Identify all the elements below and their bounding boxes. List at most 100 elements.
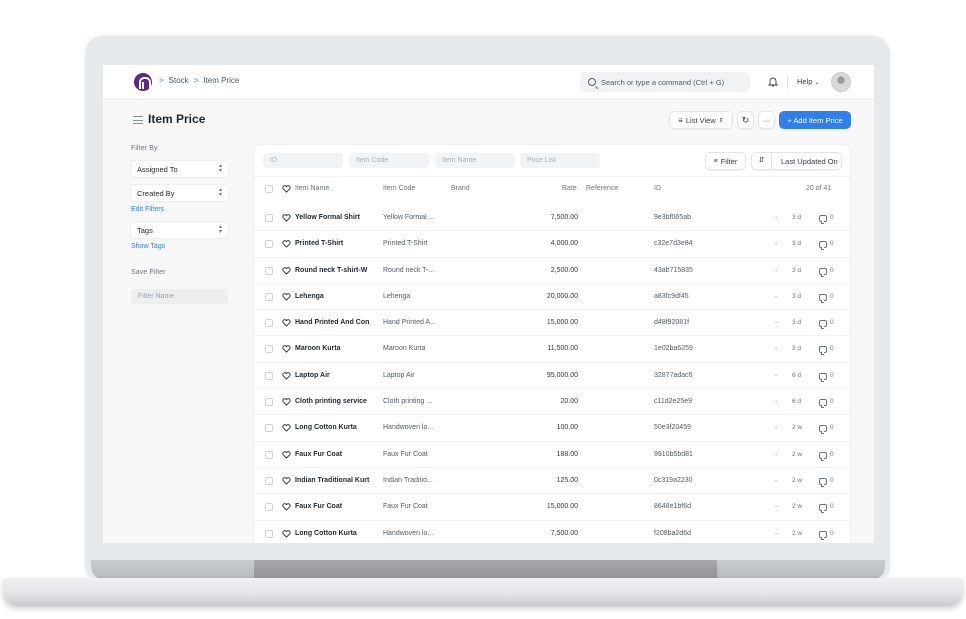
list-row[interactable]: Printed T-Shirt Printed T-Shirt 4,000.00… (254, 231, 850, 258)
item-name-link[interactable]: Laptop Air (295, 372, 330, 379)
heart-icon[interactable] (282, 424, 291, 433)
modified-age: 2 w (792, 424, 803, 432)
row-checkbox[interactable] (265, 476, 273, 485)
notification-bell-icon[interactable] (768, 76, 778, 87)
heart-icon[interactable] (282, 319, 291, 327)
heart-icon[interactable] (282, 529, 291, 538)
heart-icon[interactable] (282, 266, 291, 275)
row-checkbox[interactable] (265, 319, 273, 328)
list-row[interactable]: Faux Fur Coat Faux Fur Coat 15,000.00 86… (254, 494, 850, 521)
item-name-link[interactable]: Faux Fur Coat (295, 503, 342, 510)
row-checkbox[interactable] (265, 240, 273, 249)
sort-selector[interactable]: ⇵ Last Updated On (751, 152, 842, 170)
item-name-link[interactable]: Maroon Kurta (295, 345, 341, 352)
heart-icon[interactable] (282, 398, 291, 406)
comment-icon (819, 346, 827, 356)
item-name-link[interactable]: Printed T-Shirt (295, 240, 343, 247)
row-checkbox[interactable] (265, 398, 273, 407)
tags-select[interactable]: Tags ▴ ▾ (131, 222, 228, 238)
item-name-link[interactable]: Indian Traditional Kurt (295, 477, 369, 484)
updown-icon: ⇕ (718, 117, 724, 124)
item-name-link[interactable]: Long Cotton Kurta (295, 530, 357, 537)
help-dropdown[interactable]: Help ⌄ (797, 77, 820, 86)
comment-count: 0 (830, 345, 834, 353)
list-row[interactable]: Round neck T-shirt-W Round neck T-... 2,… (254, 258, 850, 284)
more-actions-button[interactable]: ··· (758, 111, 775, 129)
row-checkbox[interactable] (265, 292, 273, 301)
filter-icon: ≡ (713, 157, 718, 165)
heart-icon[interactable] (282, 450, 291, 459)
sort-direction-icon[interactable]: ⇵ (752, 153, 772, 169)
row-checkbox[interactable] (265, 424, 273, 433)
heart-icon[interactable] (282, 477, 291, 485)
item-name-link[interactable]: Lehenga (295, 293, 324, 300)
reload-button[interactable]: ↻ (737, 111, 754, 129)
view-switcher-button[interactable]: ≡ List View ⇕ (669, 111, 733, 129)
item-name-link[interactable]: Long Cotton Kurta (295, 424, 357, 431)
updown-icon: ▴ ▾ (218, 163, 222, 174)
filter-name-input[interactable] (131, 289, 228, 304)
assigned-placeholder: - (775, 214, 778, 221)
app-logo-icon[interactable] (134, 73, 152, 91)
user-avatar[interactable] (831, 72, 851, 92)
list-row[interactable]: Cloth printing service Cloth printing ..… (254, 389, 850, 416)
price-list-filter-input[interactable] (520, 153, 600, 168)
row-checkbox[interactable] (265, 266, 273, 275)
heart-icon[interactable] (282, 345, 291, 354)
rate: 20.00 (560, 398, 578, 406)
row-checkbox[interactable] (265, 503, 273, 512)
row-checkbox[interactable] (265, 450, 273, 459)
search-bar[interactable]: Search or type a command (Ctrl + G) (580, 72, 750, 92)
item-name-link[interactable]: Faux Fur Coat (295, 451, 342, 458)
sidebar-toggle-icon[interactable] (133, 116, 143, 124)
list-row[interactable]: Hand Printed And Con Hand Printed A... 1… (254, 310, 850, 337)
item-name-link[interactable]: Round neck T-shirt-W (295, 267, 367, 274)
select-all-checkbox[interactable] (265, 185, 273, 193)
list-row[interactable]: Lehenga Lehenga 20,000.00 a83fc9df45 - 3… (254, 284, 850, 311)
item-name-link[interactable]: Cloth printing service (295, 398, 367, 405)
list-row[interactable]: Maroon Kurta Maroon Kurta 11,500.00 1e02… (254, 336, 850, 363)
heart-icon[interactable] (282, 503, 291, 512)
created-by-select[interactable]: Created By ▴ ▾ (131, 185, 228, 201)
comment-icon (819, 241, 827, 251)
assigned-to-select[interactable]: Assigned To ▴ ▾ (131, 161, 228, 177)
heart-icon[interactable] (282, 185, 291, 193)
row-checkbox[interactable] (265, 371, 273, 380)
page-header: Item Price ≡ List View ⇕ ↻ ··· + Add Ite… (103, 101, 874, 141)
id-filter-input[interactable] (263, 153, 343, 168)
edit-filters-link[interactable]: Edit Filters (131, 206, 231, 213)
row-checkbox[interactable] (265, 214, 273, 222)
breadcrumb-stock[interactable]: Stock (169, 76, 189, 85)
heart-icon[interactable] (282, 214, 291, 222)
chevron-right-icon: > (159, 76, 164, 85)
heart-icon[interactable] (282, 240, 291, 249)
row-checkbox[interactable] (265, 345, 273, 354)
list-row[interactable]: Long Cotton Kurta Handwoven lo... 100.00… (254, 415, 850, 442)
record-id: c11d2e25e9 (654, 398, 693, 406)
heart-icon[interactable] (282, 371, 291, 380)
modified-age: 2 w (792, 450, 803, 458)
column-brand: Brand (451, 185, 470, 192)
item-code: Maroon Kurta (383, 345, 426, 353)
list-row[interactable]: Faux Fur Coat Faux Fur Coat 188.00 9910b… (254, 442, 850, 468)
heart-icon[interactable] (282, 293, 291, 301)
list-row[interactable]: Long Cotton Kurta Handwoven lo... 7,500.… (254, 521, 850, 543)
laptop-hinge (254, 560, 717, 580)
filter-button[interactable]: ≡ Filter (705, 152, 746, 170)
row-checkbox[interactable] (265, 529, 273, 538)
sort-field-label[interactable]: Last Updated On (775, 157, 838, 166)
item-name-filter-input[interactable] (435, 153, 515, 168)
item-name-link[interactable]: Yellow Formal Shirt (295, 214, 360, 221)
list-row[interactable]: Laptop Air Laptop Air 95,000.00 32877ada… (254, 363, 850, 390)
modified-age: 6 d (792, 371, 802, 379)
show-tags-link[interactable]: Show Tags (131, 243, 231, 250)
breadcrumb: > Stock > Item Price (159, 76, 239, 85)
add-item-price-button[interactable]: + Add Item Price (779, 111, 851, 129)
comment-count: 0 (830, 450, 834, 458)
item-name-link[interactable]: Hand Printed And Con (295, 319, 369, 326)
list-row[interactable]: Yellow Formal Shirt Yellow Formal ... 7,… (254, 205, 850, 232)
modified-age: 3 d (792, 266, 802, 274)
item-code-filter-input[interactable] (349, 153, 429, 168)
list-row[interactable]: Indian Traditional Kurt Indian Traditio.… (254, 468, 850, 495)
breadcrumb-item-price[interactable]: Item Price (203, 76, 239, 85)
